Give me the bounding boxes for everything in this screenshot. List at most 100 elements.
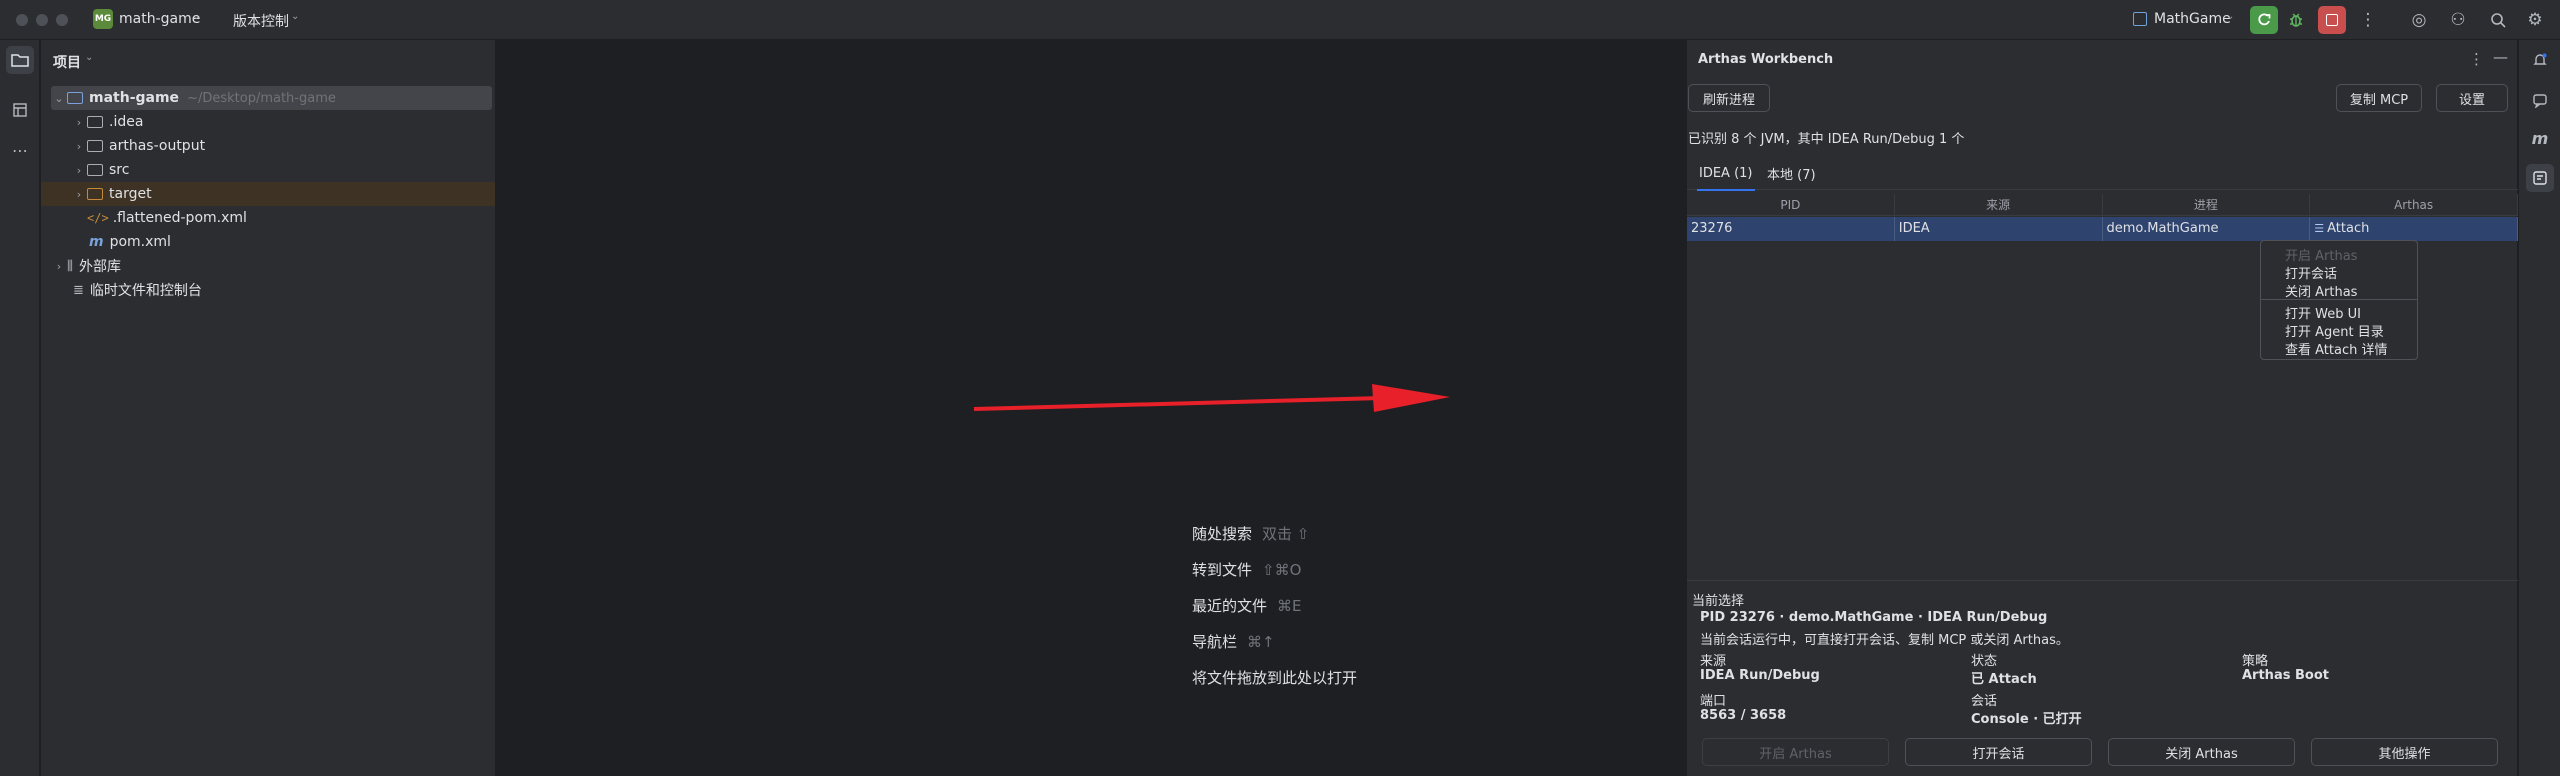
menu-item-attach-details[interactable]: 查看 Attach 详情 (2285, 339, 2387, 358)
red-arrow-annotation-shape (973, 384, 1450, 412)
folder-icon (87, 140, 103, 152)
chevron-right-icon[interactable]: › (71, 164, 87, 177)
cell-arthas: ☰ Attach (2310, 217, 2518, 241)
arthas-workbench-panel: Arthas Workbench ⋮ — 刷新进程 复制 MCP 设置 已识别 … (1686, 40, 2518, 776)
hint-navigation-bar: 导航栏 ⌘↑ (1192, 633, 1275, 651)
run-config-icon (2133, 12, 2147, 26)
settings-gear-icon[interactable]: ⚙ (2524, 9, 2546, 31)
menu-item-start-arthas[interactable]: 开启 Arthas (2285, 245, 2357, 264)
column-header[interactable]: 来源 (1895, 194, 2103, 215)
stop-button[interactable] (2318, 6, 2346, 34)
chevron-right-icon[interactable]: › (51, 260, 67, 273)
notifications-bell-icon[interactable] (2526, 46, 2554, 74)
hint-recent-files: 最近的文件 ⌘E (1192, 597, 1302, 615)
copy-mcp-button[interactable]: 复制 MCP (2336, 84, 2422, 112)
tree-root-row[interactable]: ⌄ math-game ~/Desktop/math-game (51, 86, 492, 110)
right-tool-stripe: m (2518, 40, 2560, 776)
title-bar: MG math-game ⌄ 版本控制 ⌄ MathGame ⌄ ⋮ ◎ ⚇ ⚙ (0, 0, 2560, 40)
menu-item-open-web-ui[interactable]: 打开 Web UI (2285, 303, 2361, 322)
project-tool-folder-icon[interactable] (6, 46, 34, 74)
tree-item[interactable]: </> .flattened-pom.xml (87, 206, 247, 230)
tree-item[interactable]: › .idea (71, 110, 144, 134)
source-label: 来源 (1700, 654, 1727, 669)
selection-headline: PID 23276 · demo.MathGame · IDEA Run/Deb… (1700, 610, 2048, 625)
scratches-icon: ≣ (73, 282, 84, 298)
vcs-menu[interactable]: 版本控制 (233, 11, 289, 31)
xml-file-icon: </> (87, 211, 109, 225)
chevron-down-icon[interactable]: ⌄ (291, 11, 299, 22)
column-header[interactable]: PID (1687, 194, 1895, 215)
structure-icon[interactable] (6, 96, 34, 124)
tab-idea[interactable]: IDEA (1) (1697, 156, 1755, 191)
bug-icon (2290, 13, 2302, 27)
tab-local[interactable]: 本地 (7) (1767, 156, 1816, 190)
editor-empty-area: 随处搜索 双击 ⇧ 转到文件 ⇧⌘O 最近的文件 ⌘E 导航栏 ⌘↑ 将文件拖放到此处以… (497, 40, 1685, 776)
settings-button[interactable]: 设置 (2436, 84, 2508, 112)
chevron-down-icon[interactable]: ⌄ (51, 92, 67, 105)
tree-item[interactable]: › src (71, 158, 130, 182)
chevron-down-icon[interactable]: ⌄ (192, 11, 200, 22)
ai-chat-icon[interactable] (2526, 86, 2554, 114)
panel-minimize-icon[interactable]: — (2493, 48, 2508, 66)
search-icon[interactable] (2487, 9, 2509, 31)
start-arthas-button[interactable]: 开启 Arthas (1702, 738, 1889, 766)
project-name[interactable]: math-game (119, 11, 200, 27)
hint-go-to-file: 转到文件 ⇧⌘O (1192, 561, 1302, 579)
chevron-right-icon[interactable]: › (71, 116, 87, 129)
panel-options-icon[interactable]: ⋮ (2469, 50, 2484, 68)
hint-search-everywhere: 随处搜索 双击 ⇧ (1192, 525, 1310, 543)
table-row[interactable]: 23276 IDEA demo.MathGame ☰ Attach (1687, 217, 2518, 241)
chevron-right-icon[interactable]: › (71, 188, 87, 201)
column-header[interactable]: 进程 (2103, 194, 2311, 215)
tree-item-external-libraries[interactable]: › ⫼ 外部库 (51, 254, 121, 278)
chevron-right-icon[interactable]: › (71, 140, 87, 153)
chevron-down-icon[interactable]: ⌄ (85, 52, 93, 63)
tree-item-label: pom.xml (109, 234, 171, 250)
menu-item-close-arthas[interactable]: 关闭 Arthas (2285, 281, 2357, 300)
tree-item-label: .flattened-pom.xml (112, 210, 247, 226)
ai-assistant-icon[interactable]: ◎ (2408, 9, 2430, 31)
tree-item-label: arthas-output (109, 138, 206, 154)
root-module-name: math-game (89, 90, 180, 106)
cell-process: demo.MathGame (2103, 217, 2311, 241)
more-actions-button[interactable]: 其他操作 (2311, 738, 2498, 766)
close-arthas-button[interactable]: 关闭 Arthas (2108, 738, 2295, 766)
column-header[interactable]: Arthas (2310, 194, 2518, 215)
tree-item-scratches[interactable]: ≣ 临时文件和控制台 (73, 278, 202, 302)
open-session-button[interactable]: 打开会话 (1905, 738, 2092, 766)
cell-source: IDEA (1895, 217, 2103, 241)
refresh-processes-button[interactable]: 刷新进程 (1688, 84, 1770, 112)
debug-button[interactable] (2282, 6, 2310, 34)
section-title: 当前选择 (1692, 594, 1745, 609)
rerun-icon (2258, 13, 2271, 26)
chevron-down-icon[interactable]: ⌄ (2226, 11, 2234, 22)
module-folder-icon (67, 92, 83, 104)
menu-item-open-agent-dir[interactable]: 打开 Agent 目录 (2285, 321, 2384, 340)
rerun-button[interactable] (2250, 6, 2278, 34)
session-value: Console · 已打开 (1971, 712, 2082, 727)
window-close-button[interactable] (16, 14, 28, 26)
run-config-selector[interactable]: MathGame (2154, 11, 2231, 27)
more-tools-icon[interactable]: ⋯ (6, 136, 34, 164)
tree-item[interactable]: › arthas-output (71, 134, 205, 158)
menu-item-open-session[interactable]: 打开会话 (2285, 263, 2337, 282)
attach-icon: ☰ (2314, 222, 2325, 235)
window-zoom-button[interactable] (56, 14, 68, 26)
window-minimize-button[interactable] (36, 14, 48, 26)
project-panel-title[interactable]: 项目 (53, 52, 81, 72)
status-value: 已 Attach (1971, 672, 2037, 687)
folder-icon (87, 116, 103, 128)
row-context-menu: 开启 Arthas 打开会话 关闭 Arthas 打开 Web UI 打开 Ag… (2260, 240, 2418, 360)
tree-item[interactable]: m pom.xml (89, 230, 171, 254)
source-value: IDEA Run/Debug (1700, 668, 1820, 683)
status-label: 状态 (1971, 654, 1998, 669)
more-actions-icon[interactable]: ⋮ (2357, 9, 2379, 31)
root-module-path: ~/Desktop/math-game (187, 90, 336, 106)
maven-icon[interactable]: m (2526, 124, 2554, 152)
project-badge: MG (93, 9, 113, 29)
arthas-workbench-icon[interactable] (2526, 164, 2554, 192)
tree-item[interactable]: › target (41, 182, 495, 206)
table-header: PID 来源 进程 Arthas (1687, 194, 2518, 216)
code-with-me-icon[interactable]: ⚇ (2447, 9, 2469, 31)
tree-item-label: .idea (109, 114, 144, 130)
